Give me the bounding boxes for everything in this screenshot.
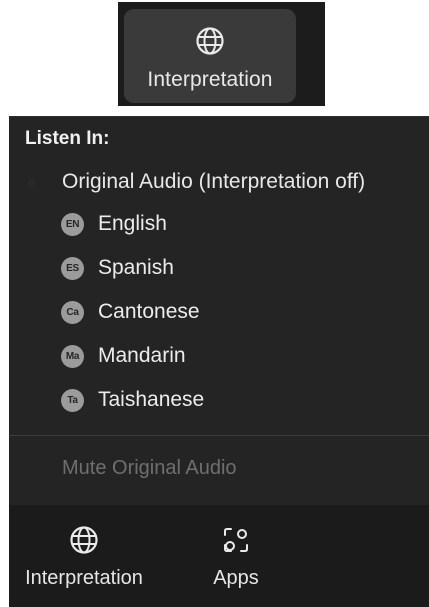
- menu-divider: [9, 435, 429, 436]
- language-badge-ta-icon: Ta: [61, 388, 84, 412]
- apps-icon: [224, 528, 248, 552]
- toolbar-interpretation-label: Interpretation: [25, 567, 143, 589]
- option-language-cantonese[interactable]: Ca Cantonese: [9, 292, 429, 332]
- selected-dot-icon: [28, 179, 35, 186]
- language-badge-es-icon: ES: [61, 256, 84, 280]
- interpretation-button[interactable]: Interpretation: [124, 9, 296, 103]
- option-language-english[interactable]: EN English: [9, 204, 429, 244]
- interpretation-button-label: Interpretation: [147, 68, 273, 91]
- option-original-audio-label: Original Audio (Interpretation off): [62, 170, 366, 193]
- language-label: English: [98, 212, 167, 235]
- bottom-toolbar: Interpretation Apps: [9, 505, 429, 607]
- listen-in-header: Listen In:: [25, 128, 110, 149]
- language-badge-ca-icon: Ca: [61, 300, 84, 324]
- option-language-taishanese[interactable]: Ta Taishanese: [9, 380, 429, 420]
- toolbar-apps-button[interactable]: Apps: [201, 505, 271, 607]
- language-label: Spanish: [98, 256, 174, 279]
- top-toolbar: Interpretation: [118, 2, 325, 106]
- interpretation-menu: Listen In: Original Audio (Interpretatio…: [9, 116, 429, 506]
- language-label: Taishanese: [98, 388, 205, 411]
- option-language-spanish[interactable]: ES Spanish: [9, 248, 429, 288]
- language-badge-en-icon: EN: [61, 212, 84, 236]
- mute-original-audio-option[interactable]: Mute Original Audio: [62, 457, 237, 480]
- globe-icon: [70, 526, 98, 554]
- toolbar-apps-label: Apps: [213, 567, 259, 589]
- option-language-mandarin[interactable]: Ma Mandarin: [9, 336, 429, 376]
- language-badge-ma-icon: Ma: [61, 344, 84, 368]
- language-label: Cantonese: [98, 300, 200, 323]
- option-original-audio[interactable]: Original Audio (Interpretation off): [9, 162, 429, 202]
- toolbar-interpretation-button[interactable]: Interpretation: [9, 505, 159, 607]
- language-label: Mandarin: [98, 344, 186, 367]
- globe-icon: [196, 27, 224, 55]
